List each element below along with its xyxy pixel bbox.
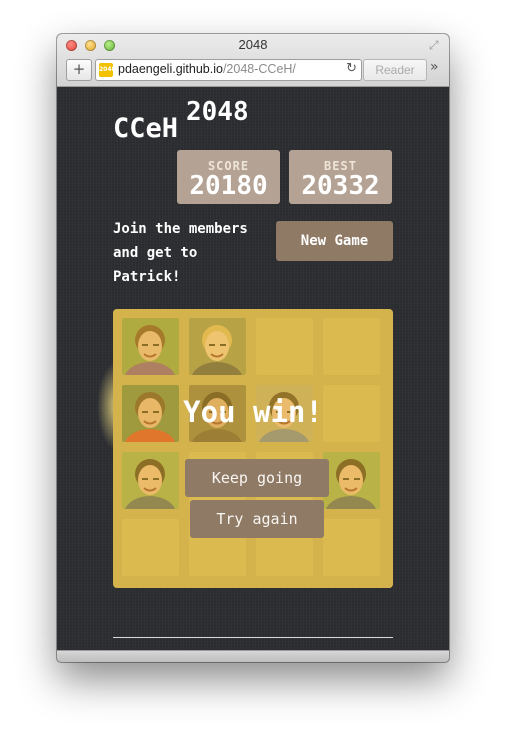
game-intro-text: Join the members and get to Patrick! [113,221,248,285]
game-board[interactable]: You win! Keep going Try again [113,309,393,588]
score-box: SCORE 20180 [177,150,280,204]
browser-window: 2048 ⤢ + 2048 pdaengeli.github.io/2048-C… [57,34,449,662]
keep-going-button[interactable]: Keep going [185,459,329,497]
url-path: /2048-CCeH/ [222,62,296,76]
url-text: pdaengeli.github.io/2048-CCeH/ [118,62,296,76]
best-value: 20332 [301,171,380,201]
favicon: 2048 [99,63,116,77]
reader-button[interactable]: Reader [363,59,427,81]
win-overlay: You win! Keep going Try again [113,309,393,588]
best-score-box: BEST 20332 [289,150,392,204]
try-again-button[interactable]: Try again [190,500,324,538]
add-tab-button[interactable]: + [66,59,92,81]
win-message: You win! [183,395,323,429]
web-page: CCeH 2048 SCORE 20180 BEST 20332 Join the… [57,87,449,650]
window-title: 2048 [238,37,268,52]
game-title-text: CCeH [113,113,179,144]
address-bar[interactable]: 2048 pdaengeli.github.io/2048-CCeH/ ↻ [95,59,362,81]
game-title-superscript: 2048 [186,97,249,127]
game-title: CCeH 2048 [113,97,249,144]
window-bottom-bar [57,650,449,662]
url-host: pdaengeli.github.io [118,62,223,76]
titlebar: 2048 ⤢ + 2048 pdaengeli.github.io/2048-C… [57,34,449,87]
overflow-chevron-icon[interactable]: » [430,59,439,75]
new-game-button[interactable]: New Game [276,221,393,261]
fullscreen-icon[interactable]: ⤢ [429,38,443,52]
footer-divider [113,637,393,638]
score-value: 20180 [189,171,268,201]
reload-icon[interactable]: ↻ [346,61,357,76]
